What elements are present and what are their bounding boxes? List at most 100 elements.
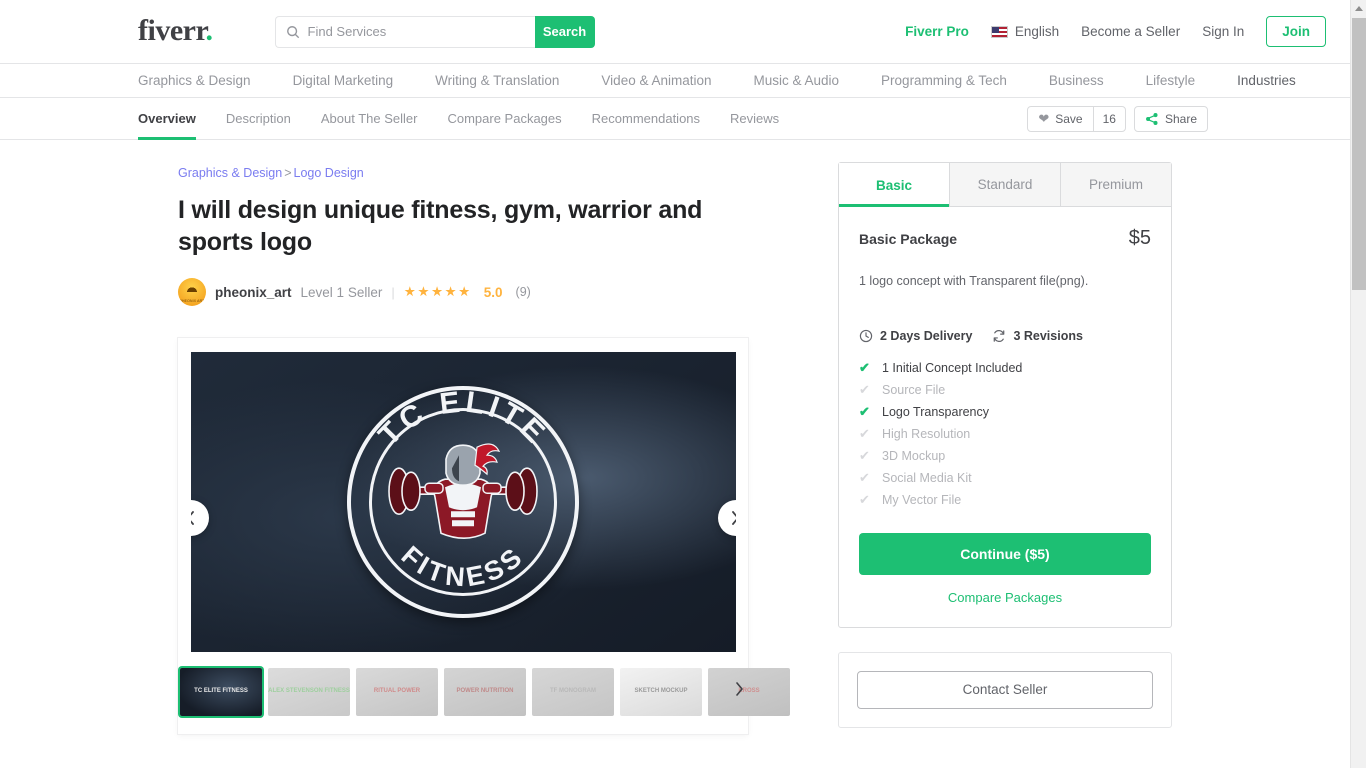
feature-label: Social Media Kit: [882, 470, 972, 485]
thumbnail-2-label: ALEX STEVENSON FITNESS: [268, 688, 350, 695]
page-title: I will design unique fitness, gym, warri…: [178, 196, 703, 256]
feature-item: ✔ 3D Mockup: [859, 449, 1151, 463]
thumbnail-4-label: POWER NUTRITION: [456, 688, 514, 695]
tab-description[interactable]: Description: [226, 98, 291, 140]
thumbnail-6[interactable]: SKETCH MOCKUP: [620, 668, 702, 716]
check-icon: ✔: [859, 382, 870, 398]
seller-name[interactable]: pheonix_art: [215, 285, 292, 300]
avatar-label: PHEONIX ART: [179, 299, 205, 303]
package-tab-premium[interactable]: Premium: [1061, 163, 1171, 207]
check-icon: ✔: [859, 492, 870, 508]
tab-compare-packages[interactable]: Compare Packages: [447, 98, 561, 140]
package-tab-standard[interactable]: Standard: [950, 163, 1061, 207]
feature-label: High Resolution: [882, 426, 971, 441]
tc-elite-fitness-logo: TC ELITE FITNESS: [347, 386, 579, 618]
thumbnail-2[interactable]: ALEX STEVENSON FITNESS: [268, 668, 350, 716]
feature-item: ✔ Logo Transparency: [859, 405, 1151, 419]
spartan-warrior-barbell-icon: [388, 443, 538, 539]
scrollbar-up-arrow[interactable]: [1351, 0, 1366, 16]
thumbnail-7[interactable]: KROSS: [708, 668, 790, 716]
feature-label: My Vector File: [882, 492, 962, 507]
category-music-audio[interactable]: Music & Audio: [754, 73, 840, 88]
package-card: Basic Standard Premium Basic Package $5 …: [838, 162, 1172, 628]
package-meta: 2 Days Delivery 3 Revisions: [859, 329, 1151, 343]
thumbnail-1[interactable]: TC ELITE FITNESS: [180, 668, 262, 716]
avatar[interactable]: PHEONIX ART: [178, 278, 206, 306]
delivery-time: 2 Days Delivery: [859, 329, 972, 343]
seller-divider: |: [391, 284, 395, 300]
category-video-animation[interactable]: Video & Animation: [601, 73, 711, 88]
seller-level: Level 1 Seller: [300, 284, 383, 300]
package-header: Basic Package $5: [859, 227, 1151, 250]
thumbnail-1-label: TC ELITE FITNESS: [194, 688, 248, 695]
nav-become-a-seller[interactable]: Become a Seller: [1081, 24, 1180, 39]
search-button[interactable]: Search: [534, 15, 595, 48]
share-label: Share: [1164, 111, 1197, 126]
compare-packages-link[interactable]: Compare Packages: [859, 590, 1151, 605]
category-business[interactable]: Business: [1049, 73, 1104, 88]
logo-dot: .: [205, 13, 214, 47]
search-bar: Search: [274, 15, 595, 48]
breadcrumb-category[interactable]: Graphics & Design: [178, 166, 282, 180]
language-selector[interactable]: English: [990, 24, 1059, 39]
tab-reviews[interactable]: Reviews: [730, 98, 779, 140]
page-scrollbar[interactable]: [1350, 0, 1366, 768]
feature-label: 1 Initial Concept Included: [882, 360, 1023, 375]
heart-icon: ❤: [1038, 111, 1050, 126]
breadcrumb-separator: >: [284, 166, 292, 180]
save-label: Save: [1055, 111, 1083, 126]
package-price: $5: [1128, 227, 1151, 249]
category-industries[interactable]: Industries: [1237, 73, 1296, 88]
tab-about-the-seller[interactable]: About The Seller: [321, 98, 418, 140]
fiverr-logo[interactable]: fiverr.: [138, 13, 214, 47]
category-writing-translation[interactable]: Writing & Translation: [435, 73, 559, 88]
feature-item: ✔ 1 Initial Concept Included: [859, 361, 1151, 375]
tab-recommendations[interactable]: Recommendations: [592, 98, 700, 140]
gig-tab-bar: Overview Description About The Seller Co…: [0, 98, 1350, 140]
category-graphics-design[interactable]: Graphics & Design: [138, 73, 251, 88]
chevron-left-icon: [190, 511, 194, 525]
category-digital-marketing[interactable]: Digital Marketing: [293, 73, 394, 88]
nav-language-label[interactable]: English: [1015, 24, 1059, 39]
breadcrumb-subcategory[interactable]: Logo Design: [294, 166, 364, 180]
package-description: 1 logo concept with Transparent file(png…: [859, 274, 1089, 288]
gallery-slide-wrapper: TC ELITE FITNESS: [190, 352, 736, 652]
package-tab-basic[interactable]: Basic: [839, 163, 950, 207]
seller-info-row: PHEONIX ART pheonix_art Level 1 Seller |…: [178, 278, 748, 306]
contact-seller-button[interactable]: Contact Seller: [857, 670, 1153, 709]
check-icon: ✔: [859, 360, 870, 376]
thumbnail-next-button[interactable]: [735, 682, 744, 701]
logo-text: fiverr: [138, 13, 206, 47]
feature-item: ✔ Social Media Kit: [859, 471, 1151, 485]
save-count-badge[interactable]: 16: [1092, 105, 1126, 132]
gallery-slide-image[interactable]: TC ELITE FITNESS: [190, 352, 736, 652]
gig-main-column: Graphics & Design > Logo Design I will des…: [178, 166, 790, 768]
tab-overview[interactable]: Overview: [138, 98, 196, 140]
feature-label: Logo Transparency: [882, 404, 990, 419]
scrollbar-thumb[interactable]: [1352, 18, 1366, 290]
search-input-wrapper[interactable]: [274, 15, 535, 48]
save-button[interactable]: ❤ Save: [1027, 105, 1094, 132]
share-icon: [1146, 112, 1158, 125]
share-button[interactable]: Share: [1133, 105, 1208, 132]
join-button[interactable]: Join: [1266, 16, 1326, 47]
chevron-right-icon: [736, 682, 743, 696]
fiverr-gig-page: fiverr. Search Fiverr Pro English Become…: [0, 0, 1366, 768]
thumbnail-3[interactable]: RITUAL POWER: [356, 668, 438, 716]
nav-sign-in[interactable]: Sign In: [1202, 24, 1244, 39]
feature-label: 3D Mockup: [882, 448, 946, 463]
thumbnail-5[interactable]: TF MONOGRAM: [532, 668, 614, 716]
thumbnail-7-label: KROSS: [738, 688, 760, 695]
search-input[interactable]: [307, 24, 525, 39]
page-content: Graphics & Design > Logo Design I will des…: [0, 140, 1350, 768]
revisions: 3 Revisions: [992, 329, 1083, 343]
category-programming-tech[interactable]: Programming & Tech: [881, 73, 1007, 88]
check-icon: ✔: [859, 404, 870, 420]
nav-fiverr-pro[interactable]: Fiverr Pro: [905, 24, 969, 39]
continue-button[interactable]: Continue ($5): [859, 532, 1151, 575]
thumbnail-4[interactable]: POWER NUTRITION: [444, 668, 526, 716]
package-name: Basic Package: [859, 231, 958, 247]
feature-item: ✔ My Vector File: [859, 493, 1151, 507]
category-lifestyle[interactable]: Lifestyle: [1146, 73, 1196, 88]
header-nav: Fiverr Pro English Become a Seller Sign …: [905, 16, 1326, 47]
